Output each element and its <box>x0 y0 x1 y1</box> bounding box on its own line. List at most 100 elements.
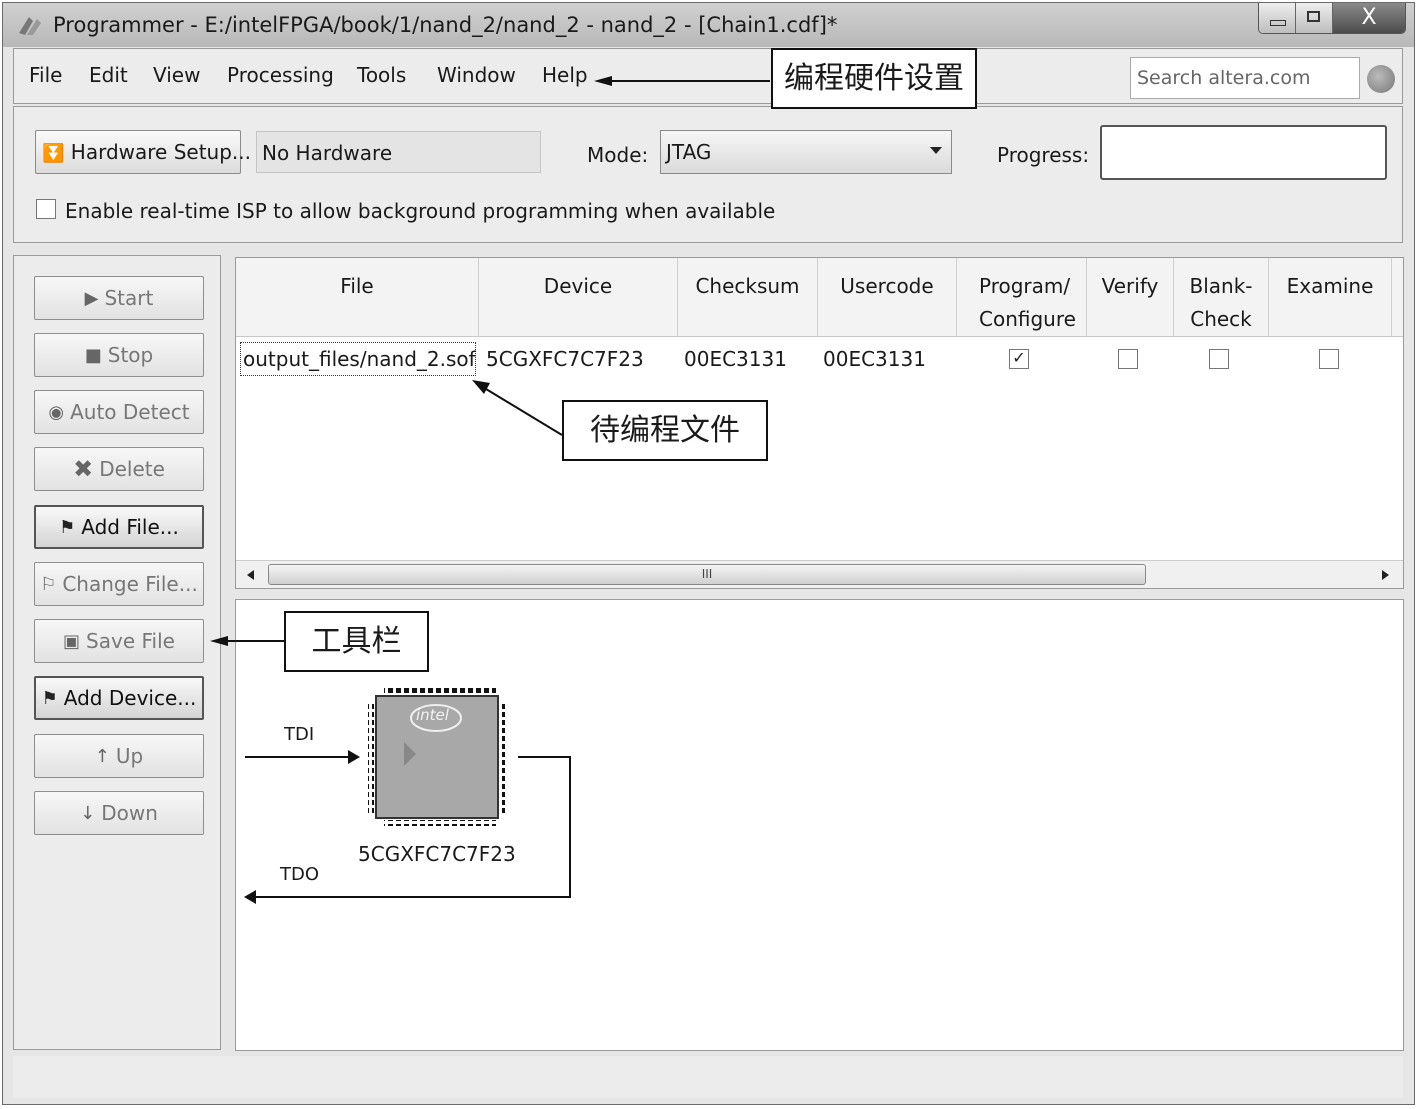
device-table: File Device Checksum Usercode Program/ C… <box>235 257 1404 589</box>
quartus-app-icon <box>19 17 41 35</box>
chip-pins-bottom <box>384 820 496 826</box>
hardware-setup-icon: ⏬ <box>42 143 65 164</box>
toolbar-callout: 工具栏 <box>284 611 429 672</box>
delete-button[interactable]: ✖ Delete <box>34 447 204 491</box>
col-file[interactable]: File <box>236 258 479 336</box>
save-file-label: Save File <box>86 629 175 653</box>
save-file-button[interactable]: ▣ Save File <box>34 619 204 663</box>
maximize-icon <box>1307 11 1320 22</box>
chip-pins-right <box>502 704 508 816</box>
up-button[interactable]: ↑ Up <box>34 734 204 778</box>
auto-detect-label: Auto Detect <box>70 400 190 424</box>
menu-processing[interactable]: Processing <box>227 63 334 87</box>
stop-label: Stop <box>107 343 154 367</box>
mode-label: Mode: <box>587 143 649 167</box>
col-examine[interactable]: Examine <box>1269 258 1392 336</box>
tdi-label: TDI <box>284 724 315 745</box>
add-file-button[interactable]: ⚑ Add File... <box>34 505 204 549</box>
col-checksum[interactable]: Checksum <box>678 258 818 336</box>
down-button[interactable]: ↓ Down <box>34 791 204 835</box>
checksum-cell: 00EC3131 <box>684 347 787 371</box>
isp-label: Enable real-time ISP to allow background… <box>65 199 776 223</box>
blank-check-checkbox[interactable] <box>1209 349 1229 369</box>
scroll-right-icon[interactable] <box>1382 570 1389 580</box>
hardware-field: No Hardware <box>256 131 541 173</box>
add-device-button[interactable]: ⚑ Add Device... <box>34 676 204 720</box>
menu-window[interactable]: Window <box>437 63 516 87</box>
start-button[interactable]: ▶ Start <box>34 276 204 320</box>
title-bar: Programmer - E:/intelFPGA/book/1/nand_2/… <box>3 3 1414 47</box>
program-checkbox[interactable]: ✓ <box>1009 349 1029 369</box>
progress-bar <box>1100 125 1387 180</box>
add-file-icon: ⚑ <box>59 516 76 538</box>
change-file-label: Change File... <box>62 572 198 596</box>
verify-checkbox[interactable] <box>1118 349 1138 369</box>
intel-logo: intel <box>416 706 449 724</box>
down-label: Down <box>101 801 158 825</box>
close-button[interactable]: X <box>1333 3 1405 33</box>
table-header: File Device Checksum Usercode Program/ C… <box>236 258 1403 337</box>
tdo-arrow-icon <box>244 890 256 904</box>
chip-device-label: 5CGXFC7C7F23 <box>358 842 516 866</box>
add-file-label: Add File... <box>81 515 179 539</box>
menu-tools[interactable]: Tools <box>357 63 406 87</box>
isp-checkbox[interactable] <box>36 199 56 219</box>
save-icon: ▣ <box>63 630 81 652</box>
mode-select[interactable]: JTAG <box>660 130 952 174</box>
menu-edit[interactable]: Edit <box>89 63 128 87</box>
check-icon: ✓ <box>1012 348 1026 367</box>
hardware-setup-label: Hardware Setup... <box>70 140 251 164</box>
auto-detect-icon: ◉ <box>48 401 65 423</box>
auto-detect-button[interactable]: ◉ Auto Detect <box>34 390 204 434</box>
stop-icon: ■ <box>84 344 102 366</box>
col-program-configure[interactable]: Program/ Configure <box>957 258 1087 336</box>
chip-pins-left <box>368 704 374 816</box>
scroll-left-icon[interactable] <box>247 570 254 580</box>
minimize-button[interactable] <box>1259 3 1296 33</box>
delete-label: Delete <box>99 457 165 481</box>
device-cell: 5CGXFC7C7F23 <box>486 347 644 371</box>
up-label: Up <box>115 744 144 768</box>
examine-checkbox[interactable] <box>1319 349 1339 369</box>
horizontal-scrollbar[interactable]: III <box>236 560 1403 588</box>
start-label: Start <box>104 286 154 310</box>
scroll-thumb[interactable]: III <box>268 564 1146 585</box>
tdo-label: TDO <box>280 864 320 885</box>
menu-bar: File Edit View Processing Tools Window H… <box>13 48 1403 104</box>
hardware-setup-button[interactable]: ⏬ Hardware Setup... <box>35 130 251 174</box>
maximize-button[interactable] <box>1296 3 1333 33</box>
chip-pins-top <box>384 688 496 694</box>
minimize-icon <box>1270 20 1286 26</box>
col-usercode[interactable]: Usercode <box>818 258 957 336</box>
progress-label: Progress: <box>997 143 1090 167</box>
mode-value: JTAG <box>666 140 712 164</box>
tdi-arrow-icon <box>348 750 360 764</box>
menu-view[interactable]: View <box>153 63 200 87</box>
usercode-cell: 00EC3131 <box>823 347 926 371</box>
file-cell[interactable]: output_files/nand_2.sof <box>240 342 476 376</box>
add-device-label: Add Device... <box>63 686 197 710</box>
start-icon: ▶ <box>84 287 99 309</box>
close-icon: X <box>1361 5 1377 30</box>
window-controls: X <box>1258 3 1406 34</box>
stop-button[interactable]: ■ Stop <box>34 333 204 377</box>
menu-file[interactable]: File <box>29 63 62 87</box>
search-input[interactable]: Search altera.com <box>1130 57 1360 99</box>
hardware-panel: ⏬ Hardware Setup... No Hardware Mode: JT… <box>13 106 1403 243</box>
globe-icon[interactable] <box>1367 65 1395 93</box>
file-callout: 待编程文件 <box>562 400 768 461</box>
window-title: Programmer - E:/intelFPGA/book/1/nand_2/… <box>53 13 838 37</box>
add-device-icon: ⚑ <box>41 687 58 709</box>
status-bar <box>13 1056 1403 1098</box>
change-file-icon: ⚐ <box>40 573 57 595</box>
col-verify[interactable]: Verify <box>1087 258 1174 336</box>
chevron-down-icon <box>930 147 942 154</box>
delete-icon: ✖ <box>73 455 94 483</box>
up-icon: ↑ <box>94 745 110 767</box>
menu-help[interactable]: Help <box>542 63 588 87</box>
hardware-setup-callout: 编程硬件设置 <box>771 48 977 109</box>
col-blank-check[interactable]: Blank- Check <box>1174 258 1269 336</box>
change-file-button[interactable]: ⚐ Change File... <box>34 562 204 606</box>
col-device[interactable]: Device <box>479 258 678 336</box>
toolbar-panel: ▶ Start ■ Stop ◉ Auto Detect ✖ Delete ⚑ Add F… <box>13 255 221 1050</box>
